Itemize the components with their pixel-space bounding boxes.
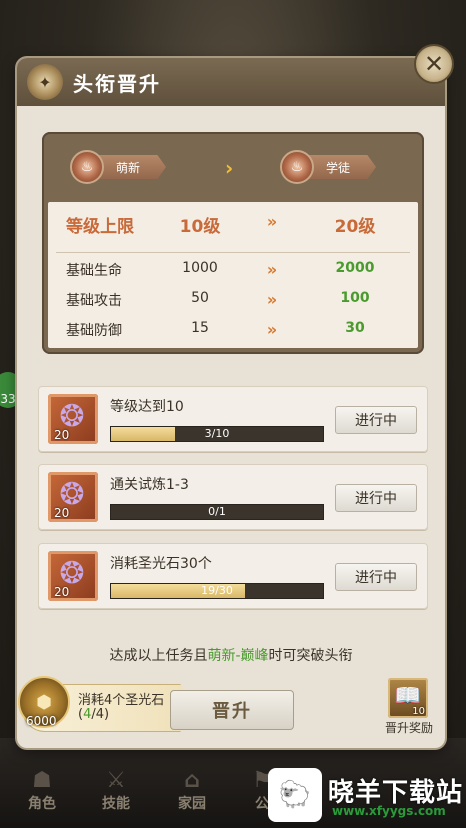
cost-label: 消耗4个圣光石 xyxy=(78,693,165,708)
task-icon-count: 20 xyxy=(54,506,70,520)
requirement-hint: 达成以上任务且萌新-巅峰时可突破头衔 xyxy=(17,645,445,665)
next-rank: ♨ 学徒 xyxy=(280,150,377,184)
task-icon-count: 20 xyxy=(54,428,70,442)
stat-next: 30 xyxy=(345,320,365,336)
task-card: ❂ 20 通关试炼1-3 0/1 进行中 xyxy=(38,464,428,530)
task-status-button[interactable]: 进行中 xyxy=(335,406,417,434)
reward-label: 晋升奖励 xyxy=(384,721,433,735)
home-icon: ⌂ xyxy=(184,768,200,793)
stat-next: 100 xyxy=(340,290,370,306)
panel-header: ✦ 头衔晋升 xyxy=(17,58,445,106)
rank-icon: ♨ xyxy=(280,150,314,184)
task-progress-text: 3/10 xyxy=(204,427,230,440)
cost-amount: 6000 xyxy=(26,714,57,728)
task-name: 消耗圣光石30个 xyxy=(110,556,212,572)
skills-icon: ⚔ xyxy=(106,768,126,793)
stat-row-attack: 基础攻击 50 » 100 xyxy=(48,290,418,320)
stat-next: 20级 xyxy=(334,217,376,237)
stat-current: 50 xyxy=(191,290,209,306)
task-icon: ❂ 20 xyxy=(48,472,98,522)
current-rank: ♨ 萌新 xyxy=(70,150,167,184)
task-status-button[interactable]: 进行中 xyxy=(335,563,417,591)
nav-item-skills[interactable]: ⚔ 技能 xyxy=(86,768,146,813)
watermark-logo: 🐑 xyxy=(268,768,322,822)
close-icon: ✕ xyxy=(423,50,445,78)
cost-count: (4/4) xyxy=(78,707,109,722)
nav-item-home[interactable]: ⌂ 家园 xyxy=(162,768,222,813)
promote-button[interactable]: 晋升 xyxy=(170,690,294,730)
double-chevron-icon: » xyxy=(266,320,278,339)
task-progress-bar: 0/1 xyxy=(110,504,324,520)
character-icon: ☗ xyxy=(32,768,52,793)
task-icon: ❂ 20 xyxy=(48,551,98,601)
stat-label: 基础攻击 xyxy=(66,293,122,309)
nav-item-character[interactable]: ☗ 角色 xyxy=(12,768,72,813)
task-progress-bar: 3/10 xyxy=(110,426,324,442)
task-progress-bar: 19/30 xyxy=(110,583,324,599)
stat-current: 10级 xyxy=(179,217,221,237)
reward-button[interactable]: 📖 10 xyxy=(388,678,428,718)
rank-arrow-icon: › xyxy=(225,156,234,180)
task-icon: ❂ 20 xyxy=(48,394,98,444)
task-progress-text: 0/1 xyxy=(208,505,226,518)
cost-count-need: /4) xyxy=(91,707,110,722)
stats-table: 等级上限 10级 » 20级 基础生命 1000 » 2000 基础攻击 50 … xyxy=(48,202,418,348)
stat-row-defense: 基础防御 15 » 30 xyxy=(48,320,418,350)
nav-label: 角色 xyxy=(28,796,56,812)
stat-current: 15 xyxy=(191,320,209,336)
emblem-icon: ✦ xyxy=(27,64,63,100)
reward-count: 10 xyxy=(412,706,425,717)
double-chevron-icon: » xyxy=(266,290,278,309)
hint-text: 时可突破头衔 xyxy=(268,648,353,664)
divider xyxy=(56,252,410,253)
double-chevron-icon: » xyxy=(266,212,278,231)
stat-next: 2000 xyxy=(335,260,375,276)
stats-box: ♨ 萌新 › ♨ 学徒 等级上限 10级 » 20级 基础生命 1000 » 2… xyxy=(42,132,424,354)
panel-title: 头衔晋升 xyxy=(73,72,161,96)
hint-text: 达成以上任务且 xyxy=(109,648,208,664)
nav-label: 公 xyxy=(255,796,269,812)
task-status-button[interactable]: 进行中 xyxy=(335,484,417,512)
task-progress-text: 19/30 xyxy=(201,584,233,597)
task-name: 通关试炼1-3 xyxy=(110,477,189,493)
stat-label: 基础防御 xyxy=(66,323,122,339)
rank-icon: ♨ xyxy=(70,150,104,184)
close-button[interactable]: ✕ xyxy=(414,44,454,84)
rank-transition: ♨ 萌新 › ♨ 学徒 xyxy=(42,132,424,202)
task-card: ❂ 20 消耗圣光石30个 19/30 进行中 xyxy=(38,543,428,609)
task-card: ❂ 20 等级达到10 3/10 进行中 xyxy=(38,386,428,452)
watermark-url: www.xfyygs.com xyxy=(332,804,446,818)
current-rank-label: 萌新 xyxy=(94,155,167,179)
stat-row-hp: 基础生命 1000 » 2000 xyxy=(48,260,418,290)
hint-highlight: 萌新-巅峰 xyxy=(207,648,269,664)
stat-row-level-cap: 等级上限 10级 » 20级 xyxy=(48,212,418,242)
task-name: 等级达到10 xyxy=(110,399,184,415)
double-chevron-icon: » xyxy=(266,260,278,279)
stat-label: 等级上限 xyxy=(66,217,134,237)
task-icon-count: 20 xyxy=(54,585,70,599)
nav-label: 技能 xyxy=(102,796,130,812)
stat-label: 基础生命 xyxy=(66,263,122,279)
next-rank-label: 学徒 xyxy=(304,155,377,179)
stat-current: 1000 xyxy=(182,260,218,276)
nav-label: 家园 xyxy=(178,796,206,812)
